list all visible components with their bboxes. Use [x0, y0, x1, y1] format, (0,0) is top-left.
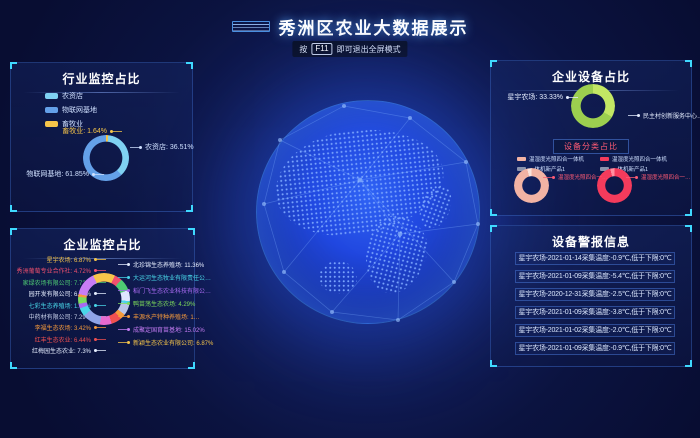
hint-suffix: 即可退出全屏模式	[337, 44, 401, 55]
device-donut-chart	[571, 84, 615, 128]
enterprise-label: 稻门飞生态农业科技有限公…	[127, 286, 211, 295]
header: 秀洲区农业大数据展示	[0, 14, 700, 39]
alarm-row: 星宇农场-2021-01-09采集温度:-5.4℃,低于下限:0℃	[515, 270, 675, 283]
classification-callout: 温湿度光照四合一…	[635, 173, 691, 181]
globe-visualization	[256, 100, 480, 324]
callout-dot-icon	[94, 349, 97, 352]
alarm-row: 星宇农场-2021-01-09采集温度:-0.9℃,低于下限:0℃	[515, 342, 675, 355]
callout-dot-icon	[127, 276, 130, 279]
enterprise-label: 红丰生态农业: 6.44%	[35, 335, 97, 344]
legend-label: 物联网基地	[62, 105, 97, 115]
alarm-row: 星宇农场-2021-01-02采集温度:-2.0℃,低于下限:0℃	[515, 324, 675, 337]
callout-dot-icon	[127, 263, 130, 266]
industry-callout: 物联网基地: 61.85%	[19, 169, 95, 179]
enterprise-donut-chart	[78, 273, 130, 325]
callout-dot-icon	[552, 176, 555, 179]
hint-prefix: 按	[299, 44, 307, 55]
enterprise-label: 大运河生态牧业有限责任公…	[127, 273, 211, 282]
callout-dot-icon	[94, 338, 97, 341]
alarm-list: 星宇农场-2021-01-14采集温度:-0.9℃,低于下限:0℃ 星宇农场-2…	[515, 252, 675, 355]
brand-logo-icon	[232, 21, 270, 32]
alarm-panel-title: 设备警报信息	[491, 233, 691, 250]
legend-swatch-icon	[517, 157, 526, 161]
device-alarm-panel: 设备警报信息 星宇农场-2021-01-14采集温度:-0.9℃,低于下限:0℃…	[490, 225, 692, 367]
enterprise-label: 成聚定国育苗基地: 15.02%	[127, 325, 205, 334]
callout-dot-icon	[139, 146, 142, 149]
classification-donut-left	[514, 168, 549, 203]
globe-network-mesh	[240, 84, 496, 340]
industry-legend: 农资店 物联网基地 畜牧业	[45, 91, 97, 129]
legend-label: 农资店	[62, 91, 83, 101]
enterprise-monitor-panel: 企业监控占比 星宇农场: 6.87% 秀洲葡萄专业合作社: 4.72% 家绿农场…	[10, 228, 195, 369]
industry-callout: 农资店: 36.51%	[139, 142, 194, 152]
enterprise-label: 北珍锦生态养殖场: 11.36%	[127, 260, 204, 269]
legend-swatch-icon	[45, 107, 58, 113]
callout-dot-icon	[92, 173, 95, 176]
enterprise-label: 星宇农场: 6.87%	[47, 255, 97, 264]
legend-swatch-icon	[600, 157, 609, 161]
industry-callout: 畜牧业: 1.64%	[25, 126, 113, 136]
device-ratio-panel: 企业设备占比 星宇农场: 33.33% 民主村创新服务中心… 设备分类占比 温湿…	[490, 60, 692, 216]
callout-dot-icon	[94, 269, 97, 272]
alarm-row: 星宇农场-2021-01-14采集温度:-0.9℃,低于下限:0℃	[515, 252, 675, 265]
dashboard: 秀洲区农业大数据展示 按 F11 即可退出全屏模式	[0, 0, 700, 438]
alarm-row: 星宇农场-2021-01-09采集温度:-3.8℃,低于下限:0℃	[515, 306, 675, 319]
callout-dot-icon	[637, 114, 640, 117]
fullscreen-hint: 按 F11 即可退出全屏模式	[292, 41, 407, 57]
enterprise-right-labels: 北珍锦生态养殖场: 11.36% 大运河生态牧业有限责任公… 稻门飞生态农业科技…	[127, 260, 213, 347]
legend-swatch-icon	[45, 93, 58, 99]
callout-dot-icon	[127, 315, 130, 318]
enterprise-label: 鸭苗荡生态农场: 4.29%	[127, 299, 195, 308]
enterprise-label: 秀洲葡萄专业合作社: 4.72%	[17, 266, 97, 275]
classification-callout: 温湿度光照四合一…	[552, 173, 608, 181]
callout-dot-icon	[127, 302, 130, 305]
industry-panel-title: 行业监控占比	[11, 70, 192, 87]
legend-item: 物联网基地	[45, 105, 97, 115]
legend-item: 农资店	[45, 91, 97, 101]
callout-dot-icon	[127, 341, 130, 344]
enterprise-label: 李福生态农场: 3.42%	[35, 323, 97, 332]
callout-dot-icon	[127, 328, 130, 331]
classification-section-title: 设备分类占比	[553, 139, 629, 154]
callout-dot-icon	[110, 130, 113, 133]
callout-dot-icon	[635, 176, 638, 179]
f11-key-badge: F11	[311, 43, 332, 55]
industry-monitor-panel: 行业监控占比 农资店 物联网基地 畜牧业 畜牧业	[10, 62, 193, 212]
enterprise-label: 红梅园生态农业: 7.3%	[32, 346, 97, 355]
enterprise-label: 丰源水产特种养殖场: 1…	[127, 312, 200, 321]
device-callout: 民主村创新服务中心…	[637, 111, 700, 120]
legend-item: 温湿度光照四合一体机	[517, 155, 584, 163]
page-title: 秀洲区农业大数据展示	[279, 14, 469, 39]
callout-dot-icon	[566, 96, 569, 99]
device-callout: 星宇农场: 33.33%	[495, 92, 569, 102]
alarm-row: 星宇农场-2020-12-31采集温度:-2.5℃,低于下限:0℃	[515, 288, 675, 301]
enterprise-panel-title: 企业监控占比	[11, 236, 194, 253]
device-panel-title: 企业设备占比	[491, 68, 691, 85]
callout-dot-icon	[94, 258, 97, 261]
callout-dot-icon	[94, 326, 97, 329]
callout-dot-icon	[127, 289, 130, 292]
enterprise-label: 新颖生态农业有限公司: 6.87%	[127, 338, 213, 347]
legend-item: 温湿度光照四合一体机	[600, 155, 667, 163]
